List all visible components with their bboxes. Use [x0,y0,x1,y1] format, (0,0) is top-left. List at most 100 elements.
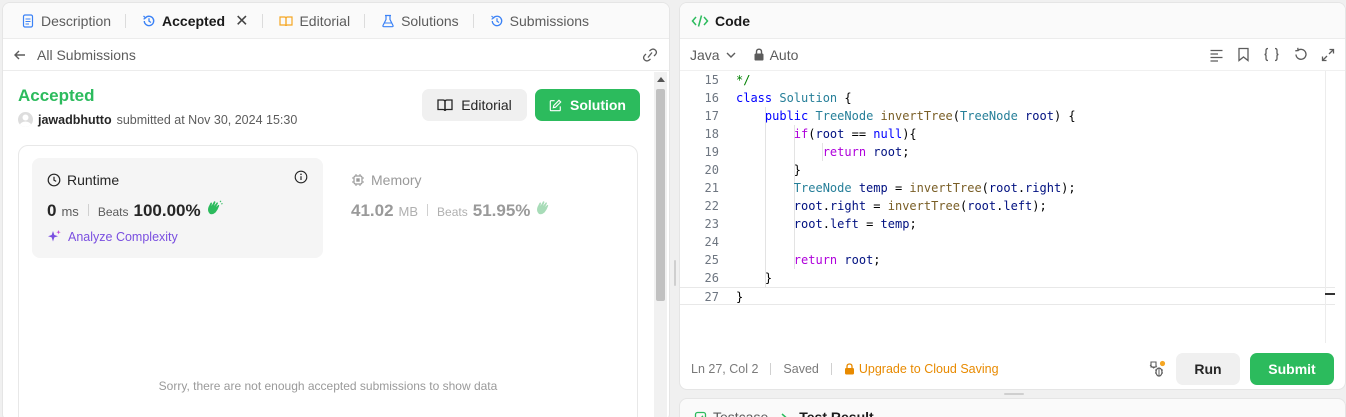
tab-separator [262,13,264,28]
code-text: return root; [822,145,910,159]
flask-icon [382,14,394,27]
memory-unit: MB [398,204,419,219]
code-line[interactable]: 24 [680,233,1335,251]
scrollbar[interactable] [654,72,667,417]
run-button[interactable]: Run [1176,353,1240,385]
solution-label: Solution [570,97,626,113]
code-text: public TreeNode invertTree(TreeNode root… [764,109,1076,123]
language-label: Java [690,46,720,63]
code-text: class Solution { [736,91,852,105]
tab-solutions[interactable]: Solutions [373,3,482,38]
code-line[interactable]: 19 return root; [680,143,1335,161]
line-number: 23 [704,217,719,231]
tab-editorial[interactable]: Editorial [271,3,373,38]
code-text: if(root == null){ [793,127,917,141]
link-icon[interactable] [641,47,659,62]
editorial-button[interactable]: Editorial [422,89,527,121]
code-line[interactable]: 16 class Solution { [680,89,1335,107]
code-line[interactable]: 15 */ [680,71,1335,89]
tab-label: Solutions [401,12,459,29]
book-icon [279,15,294,26]
format-align-icon[interactable] [1209,48,1224,62]
line-number: 17 [704,109,719,123]
tab-label: Testcase [713,409,769,417]
tab-label: Submissions [509,12,590,29]
code-editor[interactable]: 15 */ 16 class Solution { 17 public TreeNode… [680,71,1335,351]
divider [770,363,772,375]
document-icon [22,13,34,28]
username[interactable]: jawadbhutto [38,113,112,127]
chevron-down-icon [726,52,736,58]
upgrade-label: Upgrade to Cloud Saving [858,362,999,376]
sparkle-icon [48,230,61,242]
editor-scrollbar[interactable] [1325,71,1335,343]
info-icon[interactable] [294,170,308,184]
memory-label: Memory [371,172,422,188]
code-text: TreeNode temp = invertTree(root.right); [793,181,1076,195]
horizontal-resize-handle[interactable] [1004,393,1024,395]
code-text: root.left = temp; [793,217,917,231]
edit-icon [549,99,562,111]
submit-button[interactable]: Submit [1250,353,1334,385]
tab-testcase[interactable]: Testcase [694,409,768,417]
code-line[interactable]: 25 return root; [680,251,1335,269]
code-line[interactable]: 17 public TreeNode invertTree(TreeNode r… [680,107,1335,125]
code-text: */ [736,73,751,87]
runtime-beats-pct: 100.00% [133,201,201,220]
bookmark-icon[interactable] [1237,47,1250,62]
code-line[interactable]: 18 if(root == null){ [680,125,1335,143]
history-icon [490,15,502,26]
tab-test-result[interactable]: Test Result [780,409,874,417]
code-text: } [736,271,773,285]
scroll-up-arrow-icon[interactable] [657,77,665,82]
line-number: 16 [704,91,719,105]
undo-icon[interactable] [1293,47,1308,62]
avatar[interactable] [18,112,33,127]
submitted-time: submitted at Nov 30, 2024 15:30 [116,112,298,127]
beats-label: Beats [437,205,468,219]
auto-mode-toggle[interactable]: Auto [753,47,798,63]
braces-icon[interactable] [1263,47,1280,62]
clapping-hands-icon [537,201,549,215]
line-number: 27 [704,290,719,304]
language-select[interactable]: Java [690,47,737,63]
debug-bug-icon[interactable] [1148,360,1166,378]
divider [830,363,832,375]
vertical-resize-handle[interactable] [674,260,676,286]
editorial-label: Editorial [461,97,512,113]
tab-submissions[interactable]: Submissions [482,3,597,38]
code-line[interactable]: 20 } [680,161,1335,179]
runtime-value: 0 [47,201,57,220]
upgrade-cloud-saving-link[interactable]: Upgrade to Cloud Saving [844,362,999,376]
code-line[interactable]: 22 root.right = invertTree(root.left); [680,197,1335,215]
code-text: } [736,163,802,177]
analyze-complexity-button[interactable]: Analyze Complexity [47,229,308,244]
code-line[interactable]: 21 TreeNode temp = invertTree(root.right… [680,179,1335,197]
tab-accepted[interactable]: Accepted ✕ [134,3,271,38]
submission-panel: Description Accepted ✕ Editorial Solutio… [2,2,670,417]
close-icon[interactable]: ✕ [235,11,248,31]
code-panel: Code Java Auto 15 */ 16 class Solution { 17 … [679,2,1346,390]
tab-label: Test Result [799,409,874,417]
tab-description[interactable]: Description [13,3,134,38]
solution-button[interactable]: Solution [535,89,640,121]
code-line[interactable]: 26 } [680,269,1335,287]
tab-separator [364,13,366,28]
scroll-thumb[interactable] [656,89,665,301]
code-toolbar: Java Auto [680,39,1345,71]
divider [427,204,429,216]
runtime-card[interactable]: Runtime 0 ms Beats 100.00% Analyze Compl… [32,158,323,258]
memory-card[interactable]: Memory 41.02 MB Beats 51.95% [337,158,617,258]
code-line[interactable]: 27} [680,287,1335,305]
submission-subbar: All Submissions [3,39,669,71]
code-icon [691,14,709,27]
expand-icon[interactable] [1321,48,1335,62]
saved-status: Saved [783,362,819,376]
all-submissions-link[interactable]: All Submissions [13,47,136,63]
checkbox-icon [694,411,707,417]
line-number: 18 [704,127,719,141]
divider [87,204,89,216]
code-title: Code [715,12,750,29]
cursor-position-marker [1325,293,1335,295]
code-line[interactable]: 23 root.left = temp; [680,215,1335,233]
